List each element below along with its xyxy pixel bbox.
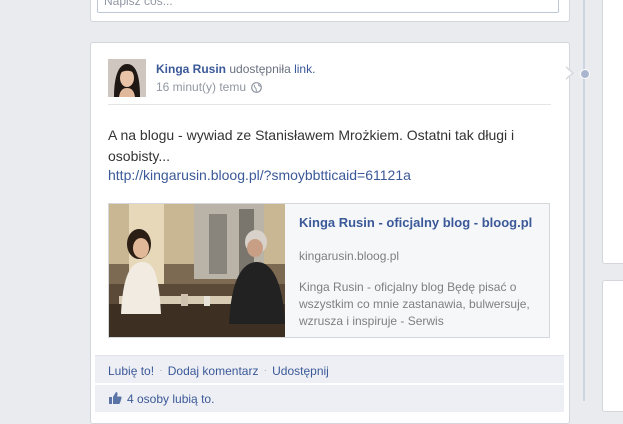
- status-input[interactable]: Napisz coś...: [97, 0, 559, 13]
- right-column-card: [602, 280, 623, 412]
- status-input-placeholder: Napisz coś...: [104, 0, 173, 8]
- post-actions-bar: Lubię to! · Dodaj komentarz · Udostępnij: [95, 355, 564, 383]
- share-button[interactable]: Udostępnij: [272, 364, 329, 378]
- post-header: Kinga Rusin udostępniła link.: [156, 62, 315, 76]
- post-actions: Lubię to! · Dodaj komentarz · Udostępnij: [108, 364, 329, 378]
- shared-link-description: Kinga Rusin - oficjalny blog Będę pisać …: [299, 280, 530, 328]
- likes-text: 4 osoby lubią to.: [127, 392, 214, 406]
- timeline-pointer-inner: [565, 67, 572, 79]
- separator: ·: [263, 365, 267, 375]
- shared-link-domain: kingarusin.bloog.pl: [299, 249, 400, 263]
- post-link[interactable]: http://kingarusin.bloog.pl/?smoybbtticai…: [108, 167, 411, 183]
- timeline-post: Kinga Rusin udostępniła link. 16 minut(y…: [90, 42, 570, 424]
- thumbs-up-icon: [108, 391, 122, 405]
- action-text: udostępniła: [229, 62, 291, 76]
- shared-link-preview[interactable]: Kinga Rusin - oficjalny blog - bloog.pl …: [108, 203, 550, 338]
- action-link[interactable]: link.: [294, 62, 315, 76]
- divider: [108, 104, 551, 105]
- likes-count-link[interactable]: 4 osoby: [127, 392, 169, 406]
- likes-summary: 4 osoby lubią to.: [95, 385, 564, 412]
- likes-label: lubią to.: [172, 392, 215, 406]
- globe-icon[interactable]: [251, 81, 262, 93]
- comment-button[interactable]: Dodaj komentarz: [168, 364, 259, 378]
- like-button[interactable]: Lubię to!: [108, 364, 154, 378]
- timeline-dot: [580, 69, 590, 79]
- timeline-spine: [583, 0, 585, 401]
- post-time[interactable]: 16 minut(y) temu: [156, 80, 246, 94]
- post-meta: 16 minut(y) temu: [156, 80, 262, 94]
- author-name[interactable]: Kinga Rusin: [156, 62, 226, 76]
- status-composer: Napisz coś...: [90, 0, 570, 22]
- separator: ·: [159, 365, 163, 375]
- right-column-card: [602, 0, 623, 264]
- shared-link-title[interactable]: Kinga Rusin - oficjalny blog - bloog.pl: [299, 214, 539, 231]
- post-text: A na blogu - wywiad ze Stanisławem Mrożk…: [108, 127, 515, 164]
- avatar[interactable]: [108, 59, 146, 97]
- shared-link-thumbnail[interactable]: [109, 204, 285, 337]
